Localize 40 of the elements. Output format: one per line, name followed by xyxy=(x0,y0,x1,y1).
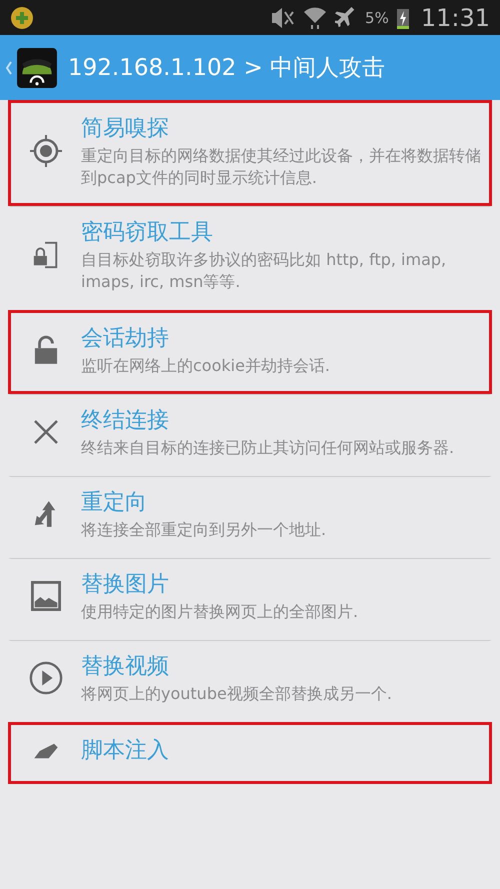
wifi-icon xyxy=(303,6,328,28)
app-bar-title: 192.168.1.102 > 中间人攻击 xyxy=(68,54,386,83)
airplane-icon xyxy=(335,6,358,28)
android-wifi-logo[interactable] xyxy=(16,46,58,88)
target-icon xyxy=(29,134,63,168)
list-item[interactable]: 终结连接 终结来自目标的连接已防止其访问任何网站或服务器. xyxy=(8,394,492,476)
item-title: 会话劫持 xyxy=(81,325,170,353)
item-description: 终结来自目标的连接已防止其访问任何网站或服务器. xyxy=(81,437,454,459)
item-title: 替换图片 xyxy=(81,571,170,599)
item-description: 使用特定的图片替换网页上的全部图片. xyxy=(81,601,358,623)
list-item[interactable]: 替换图片 使用特定的图片替换网页上的全部图片. xyxy=(8,558,492,640)
battery-percentage: 5% xyxy=(365,8,389,26)
mute-icon xyxy=(271,8,296,28)
item-description: 将连接全部重定向到另外一个地址. xyxy=(81,519,326,541)
list-item[interactable]: 替换视频 将网页上的youtube视频全部替换成另一个. xyxy=(8,640,492,722)
list-item[interactable]: 简易嗅探 重定向目标的网络数据使其经过此设备，并在将数据转储到pcap文件的同时显示统计信息. xyxy=(8,100,492,206)
item-title: 脚本注入 xyxy=(81,737,169,765)
item-title: 简易嗅探 xyxy=(81,115,170,143)
item-title: 重定向 xyxy=(81,489,148,517)
close-icon xyxy=(33,419,59,445)
list-item[interactable]: 重定向 将连接全部重定向到另外一个地址. xyxy=(8,476,492,558)
item-description: 自目标处窃取许多协议的密码比如 http, ftp, imap, imaps, irc, msn等等. xyxy=(81,249,448,293)
battery-charging-icon xyxy=(396,6,409,28)
list-item[interactable]: 密码窃取工具 自目标处窃取许多协议的密码比如 http, ftp, imap, imaps, irc, msn等等. xyxy=(8,206,492,310)
list-item[interactable]: 脚本注入 xyxy=(8,722,492,784)
lock-document-icon xyxy=(32,241,60,269)
item-title: 替换视频 xyxy=(81,653,170,681)
clock: 11:31 xyxy=(420,4,490,32)
item-description: 将网页上的youtube视频全部替换成另一个. xyxy=(81,683,392,705)
item-description: 监听在网络上的cookie并劫持会话. xyxy=(81,355,330,377)
list-item[interactable]: 会话劫持 监听在网络上的cookie并劫持会话. xyxy=(8,310,492,394)
pen-icon xyxy=(32,742,60,760)
image-icon xyxy=(31,581,61,611)
app-notification-icon xyxy=(10,6,34,30)
padlock-icon xyxy=(34,335,58,365)
item-description: 重定向目标的网络数据使其经过此设备，并在将数据转储到pcap文件的同时显示统计信息. xyxy=(81,145,482,189)
play-icon xyxy=(29,661,63,695)
item-title: 密码窃取工具 xyxy=(81,219,214,247)
redirect-arrows-icon xyxy=(34,500,58,528)
item-title: 终结连接 xyxy=(81,407,170,435)
